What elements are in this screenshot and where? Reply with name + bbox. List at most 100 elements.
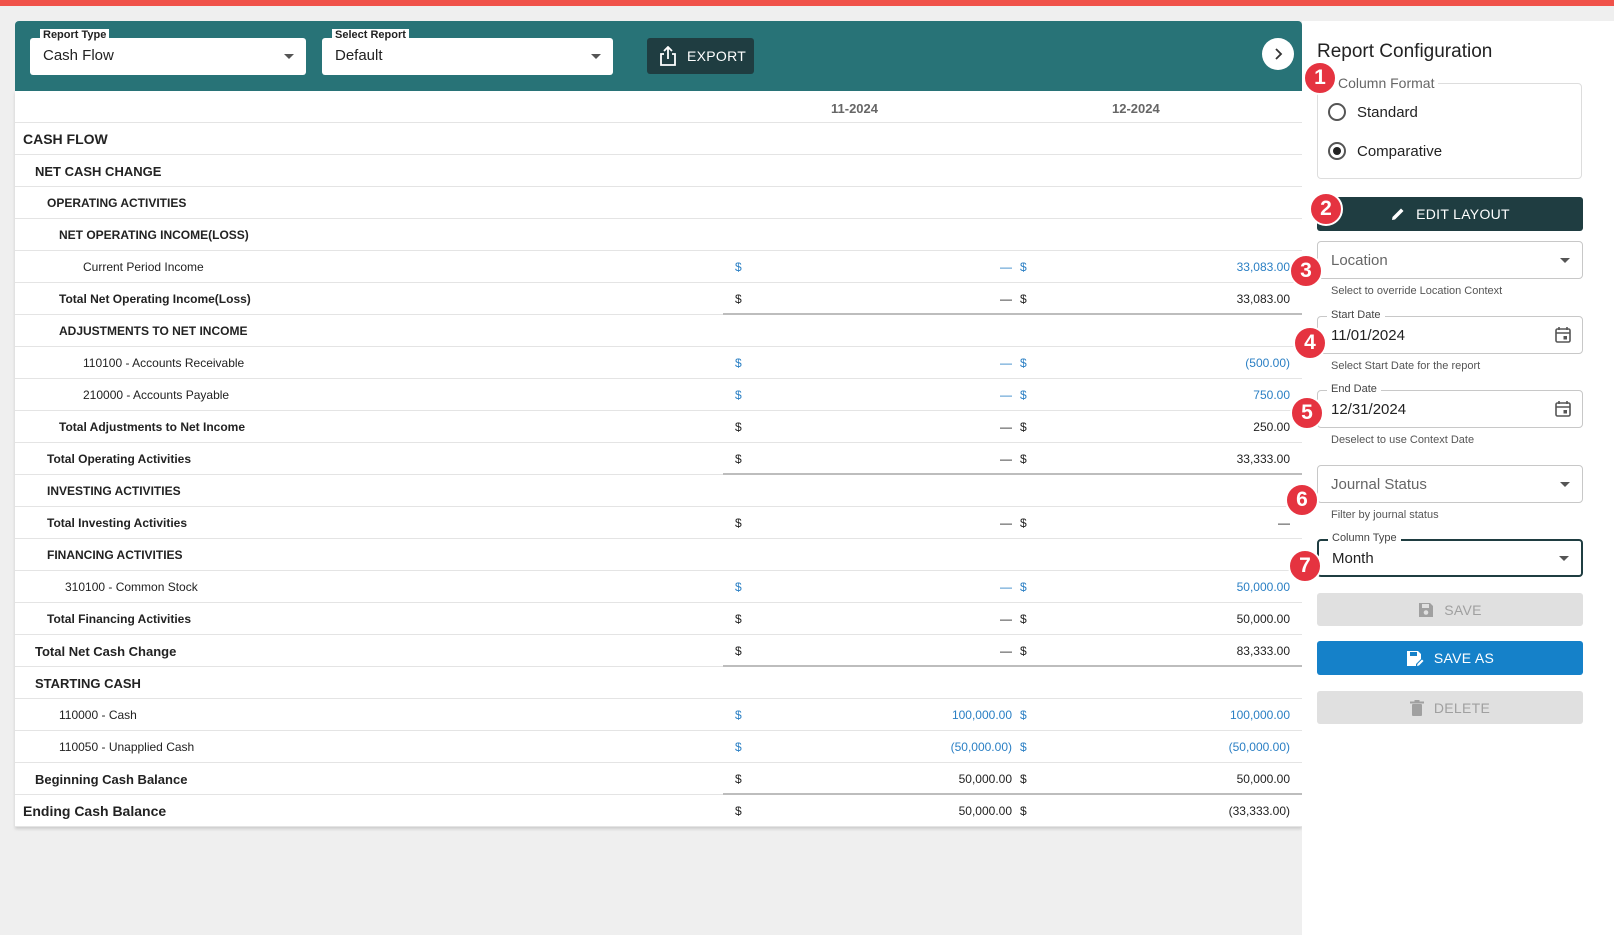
callout-badge-6: 6 [1285, 483, 1319, 517]
caret-down-icon [1560, 258, 1570, 263]
amount-cell[interactable]: — [1000, 356, 1012, 370]
start-date-field[interactable]: Start Date 11/01/2024 [1317, 309, 1583, 354]
calendar-icon[interactable] [1554, 400, 1572, 418]
report-row: NET OPERATING INCOME(LOSS) [15, 219, 1302, 251]
report-row: Total Net Cash Change $ — $83,333.00 [15, 635, 1302, 667]
amount-cell[interactable]: 750.00 [1253, 388, 1290, 402]
amount-cell[interactable]: (50,000.00) [1229, 740, 1290, 754]
row-label: INVESTING ACTIVITIES [47, 484, 181, 498]
report-row[interactable]: Current Period Income $ — $33,083.00 [15, 251, 1302, 283]
row-label: 310100 - Common Stock [65, 580, 198, 594]
report-row: CASH FLOW [15, 123, 1302, 155]
amount-cell: 50,000.00 [1236, 612, 1290, 626]
column-type-select[interactable]: Column Type Month [1317, 532, 1583, 577]
radio-comparative[interactable]: Comparative [1328, 142, 1442, 160]
amount-cell[interactable]: 100,000.00 [952, 708, 1012, 722]
amount-cell: 50,000.00 [958, 772, 1012, 786]
start-date-help-text: Select Start Date for the report [1331, 360, 1481, 372]
row-label: Total Investing Activities [47, 516, 188, 530]
callout-badge-1: 1 [1303, 61, 1337, 95]
amount-cell: 83,333.00 [1236, 644, 1290, 658]
edit-layout-label: EDIT LAYOUT [1416, 206, 1510, 222]
save-label: SAVE [1444, 601, 1482, 618]
pencil-icon [1392, 208, 1404, 220]
report-row[interactable]: 110000 - Cash $100,000.00 $100,000.00 [15, 699, 1302, 731]
currency-symbol: $ [1020, 740, 1027, 754]
calendar-icon[interactable] [1554, 326, 1572, 344]
radio-standard-label: Standard [1357, 103, 1418, 121]
report-row: Total Investing Activities $ — $ — [15, 507, 1302, 539]
location-placeholder: Location [1331, 252, 1388, 269]
currency-symbol: $ [735, 580, 742, 594]
report-row[interactable]: 110100 - Accounts Receivable $ — $ (500.00) [15, 347, 1302, 379]
export-button[interactable]: EXPORT [647, 38, 754, 74]
delete-label: DELETE [1433, 699, 1491, 716]
location-select[interactable]: Location [1317, 241, 1583, 279]
report-row: OPERATING ACTIVITIES [15, 187, 1302, 219]
select-report-value: Default [335, 47, 383, 64]
report-type-select[interactable]: Report Type Cash Flow [30, 29, 306, 75]
radio-standard[interactable]: Standard [1328, 103, 1418, 121]
edit-layout-button[interactable]: EDIT LAYOUT [1317, 197, 1583, 231]
amount-cell[interactable]: (50,000.00) [951, 740, 1012, 754]
currency-symbol: $ [735, 388, 742, 402]
caret-down-icon [591, 54, 601, 59]
callout-badge-2: 2 [1309, 192, 1343, 226]
end-date-field[interactable]: End Date 12/31/2024 [1317, 383, 1583, 428]
select-report-label: Select Report [332, 29, 409, 42]
export-label: EXPORT [687, 48, 747, 64]
currency-symbol: $ [1020, 452, 1027, 466]
currency-symbol: $ [1020, 420, 1027, 434]
report-type-value: Cash Flow [43, 47, 114, 64]
currency-symbol: $ [735, 420, 742, 434]
currency-symbol: $ [1020, 516, 1027, 530]
amount-cell[interactable]: 50,000.00 [1237, 580, 1290, 594]
report-row[interactable]: 210000 - Accounts Payable $ — $750.00 [15, 379, 1302, 411]
amount-cell[interactable]: — [1000, 388, 1012, 402]
chevron-right-icon [1275, 48, 1283, 60]
amount-cell: 33,083.00 [1236, 292, 1290, 306]
report-main-panel: Report Type Cash Flow Select Report Defa… [15, 21, 1302, 827]
report-row: Ending Cash Balance $50,000.00 $ (33,333.00… [15, 795, 1302, 827]
amount-cell[interactable]: — [1000, 580, 1012, 594]
row-label: Total Adjustments to Net Income [59, 420, 246, 434]
report-row: Total Net Operating Income(Loss) $ — $33,08… [15, 283, 1302, 315]
column-header-row: 11-2024 12-2024 [15, 91, 1302, 123]
amount-cell: — [1000, 612, 1012, 626]
column-type-label: Column Type [1328, 532, 1401, 545]
currency-symbol: $ [735, 708, 742, 722]
caret-down-icon [1560, 482, 1570, 487]
select-report-select[interactable]: Select Report Default [322, 29, 613, 75]
save-as-label: SAVE AS [1433, 650, 1495, 666]
report-row[interactable]: 110050 - Unapplied Cash $ (50,000.00) $ (50,… [15, 731, 1302, 763]
save-as-button[interactable]: SAVE AS [1317, 641, 1583, 675]
currency-symbol: $ [1020, 292, 1027, 306]
amount-cell[interactable]: — [1000, 260, 1012, 274]
journal-status-placeholder: Journal Status [1331, 476, 1427, 493]
row-label: ADJUSTMENTS TO NET INCOME [59, 324, 248, 338]
currency-symbol: $ [1020, 356, 1027, 370]
currency-symbol: $ [1020, 804, 1027, 818]
report-row: NET CASH CHANGE [15, 155, 1302, 187]
row-label: CASH FLOW [23, 131, 108, 147]
row-label: 210000 - Accounts Payable [83, 388, 230, 402]
amount-cell[interactable]: 100,000.00 [1230, 708, 1290, 722]
expand-panel-button[interactable] [1262, 38, 1294, 70]
amount-cell[interactable]: 33,083.00 [1237, 260, 1290, 274]
amount-cell[interactable]: (500.00) [1245, 356, 1290, 370]
callout-badge-7: 7 [1288, 549, 1322, 583]
report-configuration-panel: Report Configuration Column Format Stand… [1302, 21, 1614, 935]
trash-icon [1409, 699, 1424, 716]
report-row: INVESTING ACTIVITIES [15, 475, 1302, 507]
column-type-value: Month [1332, 550, 1374, 567]
callout-badge-4: 4 [1293, 326, 1327, 360]
journal-status-select[interactable]: Journal Status [1317, 465, 1583, 503]
row-label: 110100 - Accounts Receivable [83, 356, 245, 370]
currency-symbol: $ [735, 516, 742, 530]
callout-badge-3: 3 [1289, 254, 1323, 288]
report-row[interactable]: 310100 - Common Stock $ — $50,000.00 [15, 571, 1302, 603]
end-date-help-text: Deselect to use Context Date [1331, 434, 1475, 446]
save-button[interactable]: SAVE [1317, 593, 1583, 626]
delete-button[interactable]: DELETE [1317, 691, 1583, 724]
currency-symbol: $ [1020, 708, 1027, 722]
